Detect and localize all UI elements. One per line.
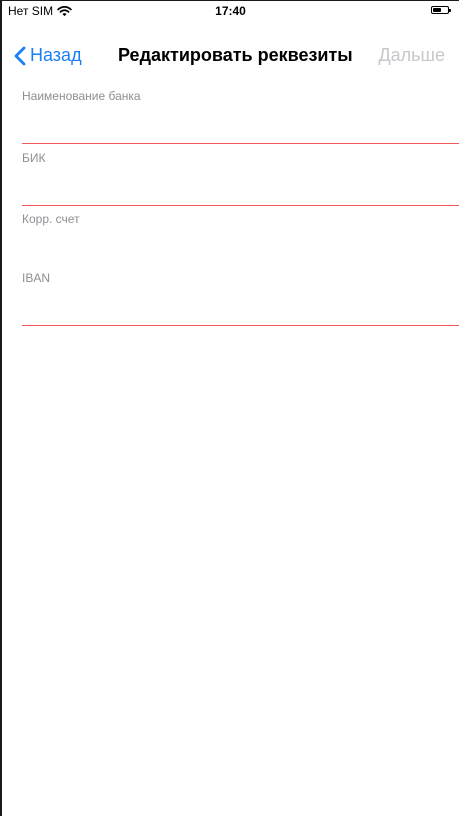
battery-level — [433, 8, 441, 12]
bank-name-error-line — [22, 143, 459, 144]
corr-account-label: Корр. счет — [22, 212, 80, 226]
corr-account-input[interactable] — [22, 236, 459, 256]
navigation-bar: Назад Редактировать реквезиты Дальше — [2, 37, 459, 77]
bik-error-line — [22, 205, 459, 206]
back-button[interactable]: Назад — [14, 45, 82, 66]
chevron-left-icon — [14, 46, 26, 65]
page-title: Редактировать реквезиты — [118, 45, 353, 65]
back-button-label: Назад — [30, 45, 82, 65]
bik-label: БИК — [22, 151, 46, 165]
iban-input[interactable] — [22, 295, 459, 315]
corr-account-line — [22, 266, 459, 267]
screen: Нет SIM 17:40 Назад Редактировать реквез… — [0, 0, 459, 816]
status-time: 17:40 — [215, 4, 246, 18]
bank-name-field: Наименование банка — [22, 89, 459, 144]
iban-field: IBAN — [22, 271, 459, 326]
bik-field: БИК — [22, 151, 459, 206]
bank-name-input[interactable] — [22, 113, 459, 133]
battery-icon — [431, 6, 451, 14]
next-button[interactable]: Дальше — [378, 45, 445, 66]
iban-error-line — [22, 325, 459, 326]
bank-name-label: Наименование банка — [22, 89, 141, 103]
status-bar: Нет SIM 17:40 — [2, 1, 459, 21]
iban-label: IBAN — [22, 271, 51, 285]
bik-input[interactable] — [22, 175, 459, 195]
corr-account-field: Корр. счет — [22, 212, 459, 267]
